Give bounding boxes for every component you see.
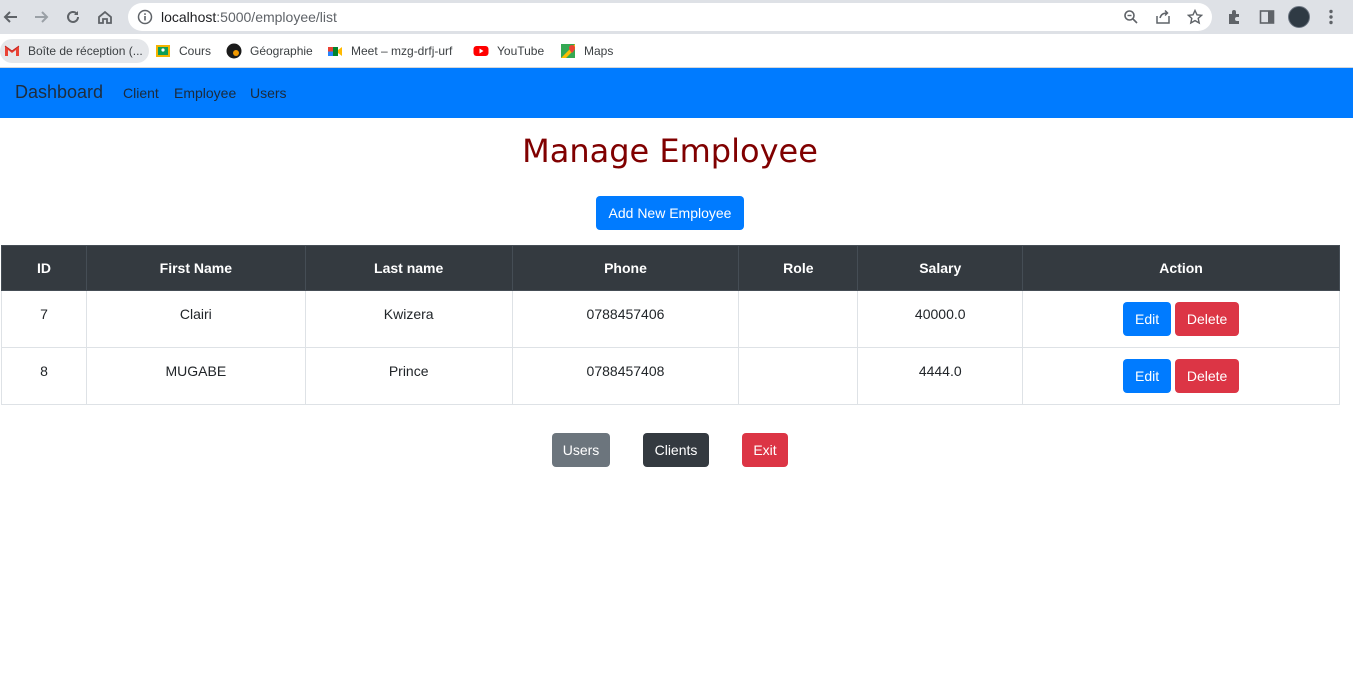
cell-phone: 0788457408	[511, 347, 740, 405]
cell-first-name: Clairi	[85, 290, 306, 348]
cell-actions: Edit Delete	[1022, 290, 1340, 348]
bookmark-geographie[interactable]: Géographie	[222, 39, 319, 63]
bookmark-youtube[interactable]: YouTube	[469, 39, 550, 63]
table-header-row: ID First Name Last name Phone Role Salar…	[1, 245, 1340, 291]
users-button[interactable]: Users	[552, 433, 610, 467]
address-bar[interactable]: localhost:5000/employee/list	[128, 3, 1212, 31]
cell-first-name: MUGABE	[85, 347, 306, 405]
share-icon[interactable]	[1155, 9, 1171, 25]
cell-id: 7	[1, 290, 87, 348]
app-navbar: Dashboard Client Employee Users	[0, 68, 1353, 118]
edit-button[interactable]: Edit	[1123, 302, 1172, 336]
header-salary: Salary	[857, 245, 1024, 291]
maps-icon	[561, 44, 575, 58]
classroom-icon	[156, 45, 170, 57]
back-icon[interactable]	[0, 6, 22, 28]
cell-role	[738, 347, 859, 405]
site-info-icon[interactable]	[137, 9, 153, 25]
header-phone: Phone	[511, 245, 740, 291]
bookmark-star-icon[interactable]	[1187, 9, 1203, 25]
clients-button[interactable]: Clients	[643, 433, 709, 467]
zoom-icon[interactable]	[1123, 9, 1139, 25]
bookmark-gmail[interactable]: Boîte de réception (...	[0, 39, 149, 63]
exit-button[interactable]: Exit	[742, 433, 788, 467]
delete-button[interactable]: Delete	[1175, 359, 1240, 393]
gmail-icon	[4, 45, 20, 56]
url-text: localhost:5000/employee/list	[161, 9, 337, 25]
cell-actions: Edit Delete	[1022, 347, 1340, 405]
avatar-icon	[226, 43, 242, 59]
nav-link-users[interactable]: Users	[250, 85, 287, 101]
bookmarks-bar: Boîte de réception (... Cours Géographie…	[0, 34, 1353, 68]
home-icon[interactable]	[94, 6, 116, 28]
cell-salary: 4444.0	[857, 347, 1024, 405]
header-role: Role	[738, 245, 859, 291]
cell-phone: 0788457406	[511, 290, 740, 348]
cell-last-name: Kwizera	[304, 290, 513, 348]
meet-icon	[328, 47, 342, 56]
cell-salary: 40000.0	[857, 290, 1024, 348]
extensions-icon[interactable]	[1226, 8, 1244, 26]
browser-toolbar: localhost:5000/employee/list	[0, 0, 1353, 34]
header-id: ID	[1, 245, 87, 291]
cell-last-name: Prince	[304, 347, 513, 405]
youtube-icon	[473, 46, 489, 56]
bookmark-meet[interactable]: Meet – mzg-drfj-urf	[323, 39, 458, 63]
side-panel-icon[interactable]	[1258, 8, 1276, 26]
profile-avatar[interactable]	[1288, 6, 1310, 28]
add-employee-button[interactable]: Add New Employee	[596, 196, 744, 230]
header-last-name: Last name	[304, 245, 513, 291]
edit-button[interactable]: Edit	[1123, 359, 1172, 393]
employee-table: ID First Name Last name Phone Role Salar…	[1, 245, 1340, 405]
page-title: Manage Employee	[522, 132, 818, 170]
delete-button[interactable]: Delete	[1175, 302, 1240, 336]
cell-id: 8	[1, 347, 87, 405]
forward-icon[interactable]	[30, 6, 52, 28]
table-row: 7 Clairi Kwizera 0788457406 40000.0 Edit…	[1, 290, 1340, 348]
bookmark-maps[interactable]: Maps	[556, 39, 619, 63]
header-first-name: First Name	[85, 245, 306, 291]
table-row: 8 MUGABE Prince 0788457408 4444.0 Edit D…	[1, 347, 1340, 405]
brand-dashboard-link[interactable]: Dashboard	[15, 82, 103, 103]
reload-icon[interactable]	[62, 6, 84, 28]
nav-link-employee[interactable]: Employee	[174, 85, 236, 101]
menu-dots-icon[interactable]	[1322, 8, 1340, 26]
cell-role	[738, 290, 859, 348]
nav-link-client[interactable]: Client	[123, 85, 159, 101]
bookmark-cours[interactable]: Cours	[151, 39, 217, 63]
header-action: Action	[1022, 245, 1340, 291]
